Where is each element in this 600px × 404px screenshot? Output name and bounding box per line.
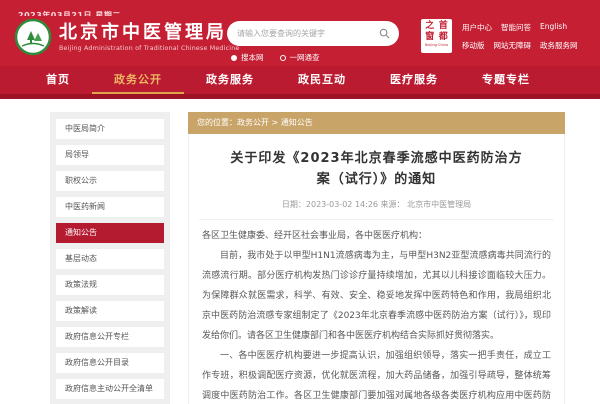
search-scope-label: 一网通查 xyxy=(290,52,320,63)
seal-caption: Beijing·China xyxy=(423,43,450,48)
search-scope-options: 搜本网 一网通查 xyxy=(231,52,399,63)
sidebar-item[interactable]: 政府信息公开目录 xyxy=(56,353,164,373)
header-link[interactable]: 网站无障碍 xyxy=(494,40,532,51)
article-paragraph: 各区卫生健康委、经开区社会事业局，各中医医疗机构： xyxy=(202,226,551,246)
main-nav: 首页政务公开政务服务政民互动医疗服务专题专栏 xyxy=(0,66,600,94)
seal-characters: 之首窗都 xyxy=(423,21,450,43)
search-scope-option[interactable]: 搜本网 xyxy=(231,52,264,63)
search-icon[interactable] xyxy=(379,28,390,39)
nav-item[interactable]: 政民互动 xyxy=(276,66,368,94)
search-box[interactable] xyxy=(227,21,399,46)
nav-item[interactable]: 首页 xyxy=(24,66,92,94)
page-body: 中医局简介局领导职权公示中医药新闻通知公告基层动态政策法规政策解读政府信息公开专… xyxy=(0,99,600,399)
sidebar-item[interactable]: 局领导 xyxy=(56,145,164,165)
sidebar-menu: 中医局简介局领导职权公示中医药新闻通知公告基层动态政策法规政策解读政府信息公开专… xyxy=(50,112,170,404)
nav-item[interactable]: 政务公开 xyxy=(92,66,184,94)
sidebar-item[interactable]: 中医局简介 xyxy=(56,119,164,139)
seal-char: 之 xyxy=(423,21,437,32)
search-scope-option[interactable]: 一网通查 xyxy=(280,52,320,63)
site-brand[interactable]: 北京市中医管理局 Beijing Administration of Tradi… xyxy=(14,18,239,56)
quick-links-row-1: 用户中心智能问答 English xyxy=(462,22,594,33)
article-meta: 日期：2023-03-02 14:26 来源： 北京市中医管理局 xyxy=(189,199,564,210)
article-body: 各区卫生健康委、经开区社会事业局，各中医医疗机构：目前，我市处于以甲型H1N1流… xyxy=(189,220,564,404)
header-link[interactable]: 用户中心 xyxy=(462,22,492,33)
sidebar-item[interactable]: 通知公告 xyxy=(56,223,164,243)
site-title-english: Beijing Administration of Traditional Ch… xyxy=(59,45,239,52)
main-content: 您的位置：政务公开 > 通知公告 关于印发《2023年北京春季流感中医药防治方案… xyxy=(188,112,565,404)
seal-char: 首 xyxy=(437,21,451,32)
article: 关于印发《2023年北京春季流感中医药防治方案（试行）》的通知 日期：2023-… xyxy=(188,134,565,404)
sidebar-item[interactable]: 职权公示 xyxy=(56,171,164,191)
search-area: 搜本网 一网通查 xyxy=(227,21,399,63)
seal-char: 窗 xyxy=(423,32,437,43)
sidebar-item[interactable]: 政府信息主动公开全清单 xyxy=(56,379,164,399)
nav-item[interactable]: 政务服务 xyxy=(184,66,276,94)
nav-item[interactable]: 医疗服务 xyxy=(368,66,460,94)
seal-char: 都 xyxy=(437,32,451,43)
header-link[interactable]: 移动版 xyxy=(462,40,485,51)
quick-links-row-2: 移动版网站无障碍政务服务网 xyxy=(462,40,594,51)
sidebar-item[interactable]: 基层动态 xyxy=(56,249,164,269)
header-link[interactable]: 智能问答 xyxy=(501,22,531,33)
article-paragraph: 一、各中医医疗机构要进一步提高认识，加强组织领导，落实一把手责任，成立工作专班，… xyxy=(202,346,551,404)
site-title: 北京市中医管理局 xyxy=(59,23,239,43)
site-header: 北京市中医管理局 Beijing Administration of Tradi… xyxy=(0,16,600,66)
radio-unselected-icon[interactable] xyxy=(280,55,286,61)
article-title: 关于印发《2023年北京春季流感中医药防治方案（试行）》的通知 xyxy=(189,134,564,190)
breadcrumb: 您的位置：政务公开 > 通知公告 xyxy=(188,112,565,134)
search-input[interactable] xyxy=(237,29,379,38)
article-paragraph: 目前，我市处于以甲型H1N1流感病毒为主，与甲型H3N2亚型流感病毒共同流行的流… xyxy=(202,246,551,346)
nav-item[interactable]: 专题专栏 xyxy=(460,66,552,94)
tcm-bureau-logo-icon xyxy=(14,18,52,56)
search-scope-label: 搜本网 xyxy=(241,52,264,63)
header-link[interactable]: English xyxy=(540,22,567,33)
capital-window-seal-icon[interactable]: 之首窗都 Beijing·China xyxy=(421,19,452,53)
header-link[interactable]: 政务服务网 xyxy=(540,40,578,51)
sidebar-item[interactable]: 政策法规 xyxy=(56,275,164,295)
radio-selected-icon[interactable] xyxy=(231,55,237,61)
sidebar-item[interactable]: 政策解读 xyxy=(56,301,164,321)
sidebar-item[interactable]: 中医药新闻 xyxy=(56,197,164,217)
top-date-bar: 2023年03月21日 星期二 xyxy=(0,0,600,16)
sidebar-item[interactable]: 政府信息公开专栏 xyxy=(56,327,164,347)
header-quick-links: 用户中心智能问答 English 移动版网站无障碍政务服务网 xyxy=(462,22,594,58)
